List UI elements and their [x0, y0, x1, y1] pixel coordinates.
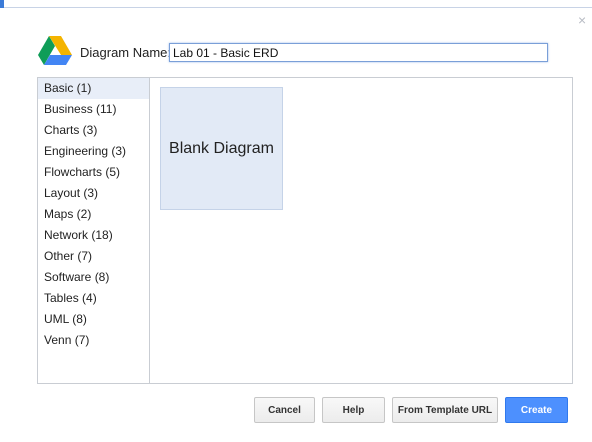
category-item-software[interactable]: Software (8): [38, 267, 149, 288]
template-area: Blank Diagram: [150, 78, 572, 383]
close-icon[interactable]: ×: [578, 13, 590, 27]
template-browser: Basic (1) Business (11) Charts (3) Engin…: [37, 77, 573, 384]
google-drive-logo-icon: [38, 36, 72, 65]
from-template-url-button[interactable]: From Template URL: [392, 397, 498, 423]
template-card-blank-diagram[interactable]: Blank Diagram: [160, 87, 283, 210]
create-button[interactable]: Create: [505, 397, 568, 423]
category-item-layout[interactable]: Layout (3): [38, 183, 149, 204]
category-item-tables[interactable]: Tables (4): [38, 288, 149, 309]
diagram-name-label: Diagram Name:: [80, 45, 172, 60]
template-card-label: Blank Diagram: [169, 139, 274, 157]
category-item-basic[interactable]: Basic (1): [38, 78, 149, 99]
category-item-charts[interactable]: Charts (3): [38, 120, 149, 141]
category-item-venn[interactable]: Venn (7): [38, 330, 149, 351]
category-item-other[interactable]: Other (7): [38, 246, 149, 267]
category-item-uml[interactable]: UML (8): [38, 309, 149, 330]
category-list: Basic (1) Business (11) Charts (3) Engin…: [38, 78, 150, 383]
cancel-button[interactable]: Cancel: [254, 397, 315, 423]
category-item-engineering[interactable]: Engineering (3): [38, 141, 149, 162]
window-top-strip: [0, 0, 592, 8]
category-item-flowcharts[interactable]: Flowcharts (5): [38, 162, 149, 183]
diagram-name-input[interactable]: [169, 43, 548, 62]
window-edge-accent: [0, 0, 4, 8]
category-item-network[interactable]: Network (18): [38, 225, 149, 246]
category-item-maps[interactable]: Maps (2): [38, 204, 149, 225]
help-button[interactable]: Help: [322, 397, 385, 423]
category-item-business[interactable]: Business (11): [38, 99, 149, 120]
